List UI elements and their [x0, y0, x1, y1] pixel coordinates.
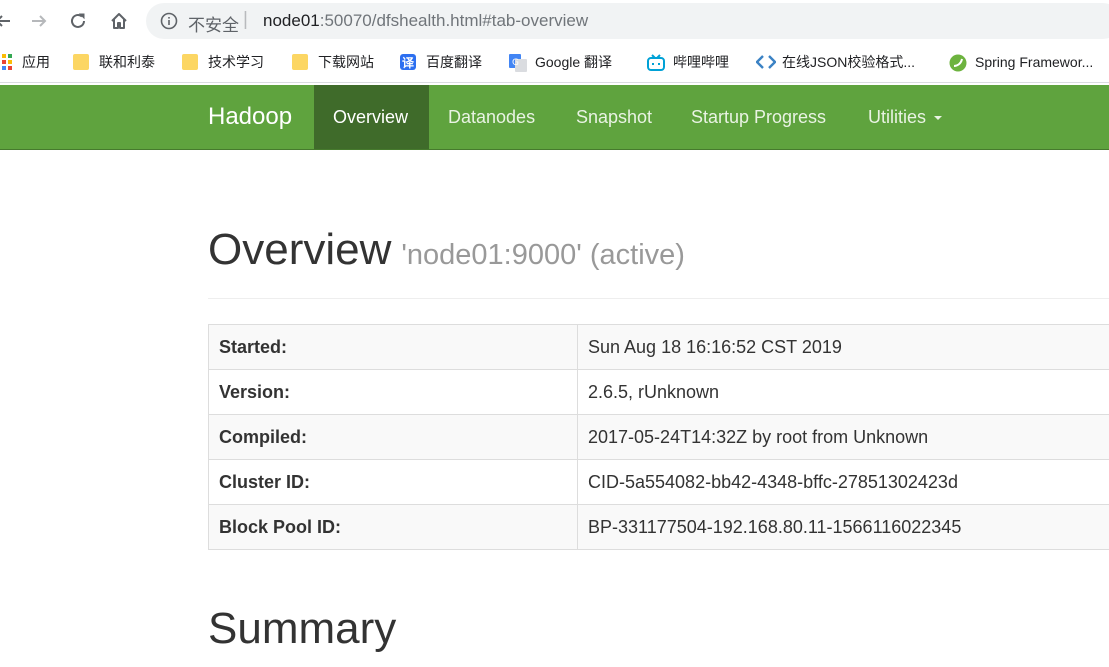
folder-icon	[182, 54, 198, 70]
bookmark-folder-download[interactable]: 下载网站	[292, 52, 374, 72]
table-row: Compiled: 2017-05-24T14:32Z by root from…	[208, 414, 1109, 460]
page-title: Overview 'node01:9000' (active)	[208, 224, 685, 281]
bookmark-google-translate[interactable]: G Google 翻译	[509, 52, 612, 72]
bookmark-label: 下载网站	[318, 54, 374, 70]
row-label: Cluster ID:	[208, 459, 578, 505]
security-label: 不安全	[188, 16, 239, 35]
hadoop-navbar: Hadoop Overview Datanodes Snapshot Start…	[0, 85, 1109, 150]
browser-toolbar: 不安全 | node01:50070/dfshealth.html#tab-ov…	[0, 0, 1109, 42]
svg-text:G: G	[512, 58, 519, 68]
info-icon[interactable]	[160, 12, 178, 30]
spring-icon	[949, 54, 967, 72]
bookmark-bilibili[interactable]: 哔哩哔哩	[647, 52, 729, 72]
summary-heading: Summary	[208, 604, 397, 653]
bookmark-label: 哔哩哔哩	[673, 54, 729, 70]
row-value: BP-331177504-192.168.80.11-1566116022345	[577, 504, 1109, 550]
row-label: Version:	[208, 369, 578, 415]
overview-heading: Overview	[208, 225, 392, 274]
caret-down-icon	[934, 116, 943, 121]
table-row: Cluster ID: CID-5a554082-bb42-4348-bffc-…	[208, 459, 1109, 505]
address-bar[interactable]: 不安全 | node01:50070/dfshealth.html#tab-ov…	[146, 3, 1109, 39]
bookmark-folder-tech[interactable]: 技术学习	[182, 52, 264, 72]
tab-startup-progress[interactable]: Startup Progress	[672, 85, 845, 149]
tab-label: Datanodes	[448, 107, 536, 127]
bookmark-label: Google 翻译	[535, 54, 613, 70]
bookmark-label: Spring Framewor...	[975, 54, 1094, 70]
url-host: node01	[263, 11, 320, 30]
namenode-subtitle: 'node01:9000' (active)	[401, 239, 685, 271]
bookmark-baidu-translate[interactable]: 译 百度翻译	[400, 52, 482, 72]
url-separator: |	[243, 9, 248, 30]
baidu-translate-icon: 译	[400, 54, 416, 70]
tab-label: Startup Progress	[691, 107, 827, 127]
tab-label: Overview	[333, 107, 409, 127]
home-icon[interactable]	[106, 8, 132, 34]
title-divider	[208, 298, 1109, 299]
bookmarks-bar: 应用 联和利泰 技术学习 下载网站 译 百度翻译 G Google 翻译 哔哩哔…	[0, 42, 1109, 83]
bookmark-label: 技术学习	[208, 54, 264, 70]
bookmark-label: 在线JSON校验格式...	[782, 54, 916, 70]
row-value: 2.6.5, rUnknown	[577, 369, 1109, 415]
back-icon[interactable]	[0, 8, 16, 34]
bookmark-label: 应用	[22, 54, 50, 70]
bookmark-spring[interactable]: Spring Framewor...	[949, 52, 1093, 72]
tab-snapshot[interactable]: Snapshot	[557, 85, 671, 149]
google-translate-icon: G	[509, 54, 527, 72]
bookmark-label: 联和利泰	[99, 54, 155, 70]
table-row: Started: Sun Aug 18 16:16:52 CST 2019	[208, 324, 1109, 370]
tab-overview[interactable]: Overview	[314, 85, 429, 149]
row-value: 2017-05-24T14:32Z by root from Unknown	[577, 414, 1109, 460]
table-row: Version: 2.6.5, rUnknown	[208, 369, 1109, 415]
row-label: Block Pool ID:	[208, 504, 578, 550]
tab-utilities[interactable]: Utilities	[849, 85, 961, 149]
brand-logo[interactable]: Hadoop	[208, 85, 292, 149]
folder-icon	[292, 54, 308, 70]
table-row: Block Pool ID: BP-331177504-192.168.80.1…	[208, 504, 1109, 550]
tab-label: Snapshot	[576, 107, 653, 127]
row-label: Compiled:	[208, 414, 578, 460]
json-icon	[755, 54, 777, 70]
tab-datanodes[interactable]: Datanodes	[429, 85, 554, 149]
bookmark-folder-lianhe[interactable]: 联和利泰	[73, 52, 155, 72]
reload-icon[interactable]	[65, 8, 91, 34]
apps-grid-icon	[0, 54, 12, 70]
url-path: :50070/dfshealth.html#tab-overview	[319, 11, 589, 30]
bilibili-icon	[647, 54, 665, 71]
row-value: CID-5a554082-bb42-4348-bffc-27851302423d	[577, 459, 1109, 505]
bookmark-apps[interactable]: 应用	[0, 52, 50, 72]
row-label: Started:	[208, 324, 578, 370]
tab-label: Utilities	[868, 107, 927, 127]
forward-icon[interactable]	[26, 8, 52, 34]
url-text[interactable]: node01:50070/dfshealth.html#tab-overview	[263, 11, 588, 31]
bookmark-json[interactable]: 在线JSON校验格式...	[755, 52, 916, 72]
overview-table: Started: Sun Aug 18 16:16:52 CST 2019 Ve…	[208, 324, 1109, 550]
row-value: Sun Aug 18 16:16:52 CST 2019	[577, 324, 1109, 370]
bookmark-label: 百度翻译	[426, 54, 482, 70]
folder-icon	[73, 54, 89, 70]
